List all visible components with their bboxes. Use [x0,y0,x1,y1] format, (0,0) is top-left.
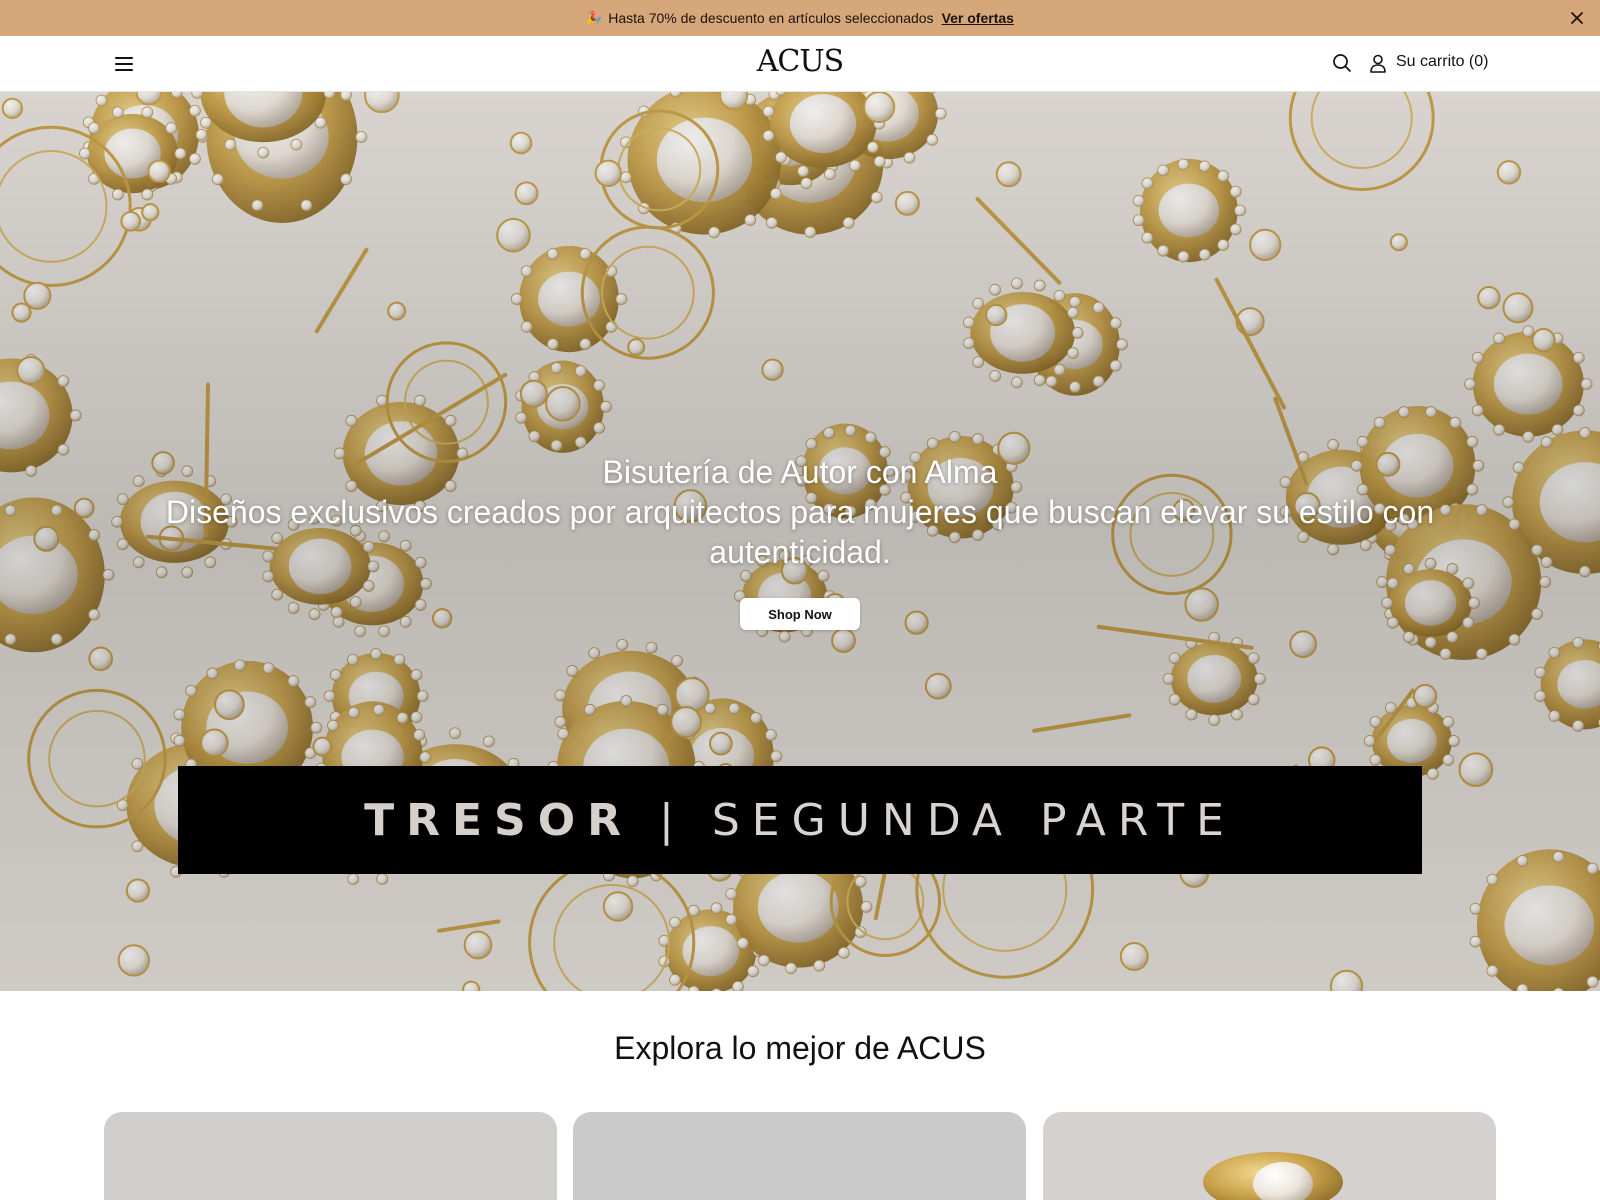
banner-subtitle: SEGUNDA PARTE [711,794,1236,846]
hero-subtitle: Diseños exclusivos creados por arquitect… [165,494,1435,570]
earring-image [1203,1152,1343,1200]
hero-title: Bisutería de Autor con Alma [602,454,998,490]
banner-text: TRESOR | SEGUNDA PARTE [364,795,1236,846]
search-icon[interactable] [1331,52,1353,74]
site-logo[interactable]: ACUS [700,44,900,79]
banner-title-tresor: TRESOR [364,794,634,846]
announcement-text: Hasta 70% de descuento en artículos sele… [608,10,934,26]
tresor-banner: TRESOR | SEGUNDA PARTE [178,766,1422,874]
collection-card[interactable] [573,1112,1026,1200]
shop-now-button[interactable]: Shop Now [740,598,860,630]
hero-banner: Bisutería de Autor con Alma Diseños excl… [0,92,1600,991]
collection-card[interactable] [104,1112,557,1200]
collection-card[interactable] [1043,1112,1496,1200]
hamburger-menu-icon[interactable] [112,52,136,76]
banner-separator: | [659,794,686,846]
party-emoji-icon: 🎉 [586,10,603,25]
announcement-bar: 🎉 Hasta 70% de descuento en artículos se… [0,0,1600,36]
user-icon[interactable] [1367,52,1389,74]
close-icon[interactable] [1568,9,1586,27]
view-offers-link[interactable]: Ver ofertas [942,10,1014,26]
explore-section-title: Explora lo mejor de ACUS [614,1030,986,1066]
cart-link[interactable]: Su carrito (0) [1396,53,1488,71]
site-header: ACUS Su carrito (0) [0,36,1600,92]
